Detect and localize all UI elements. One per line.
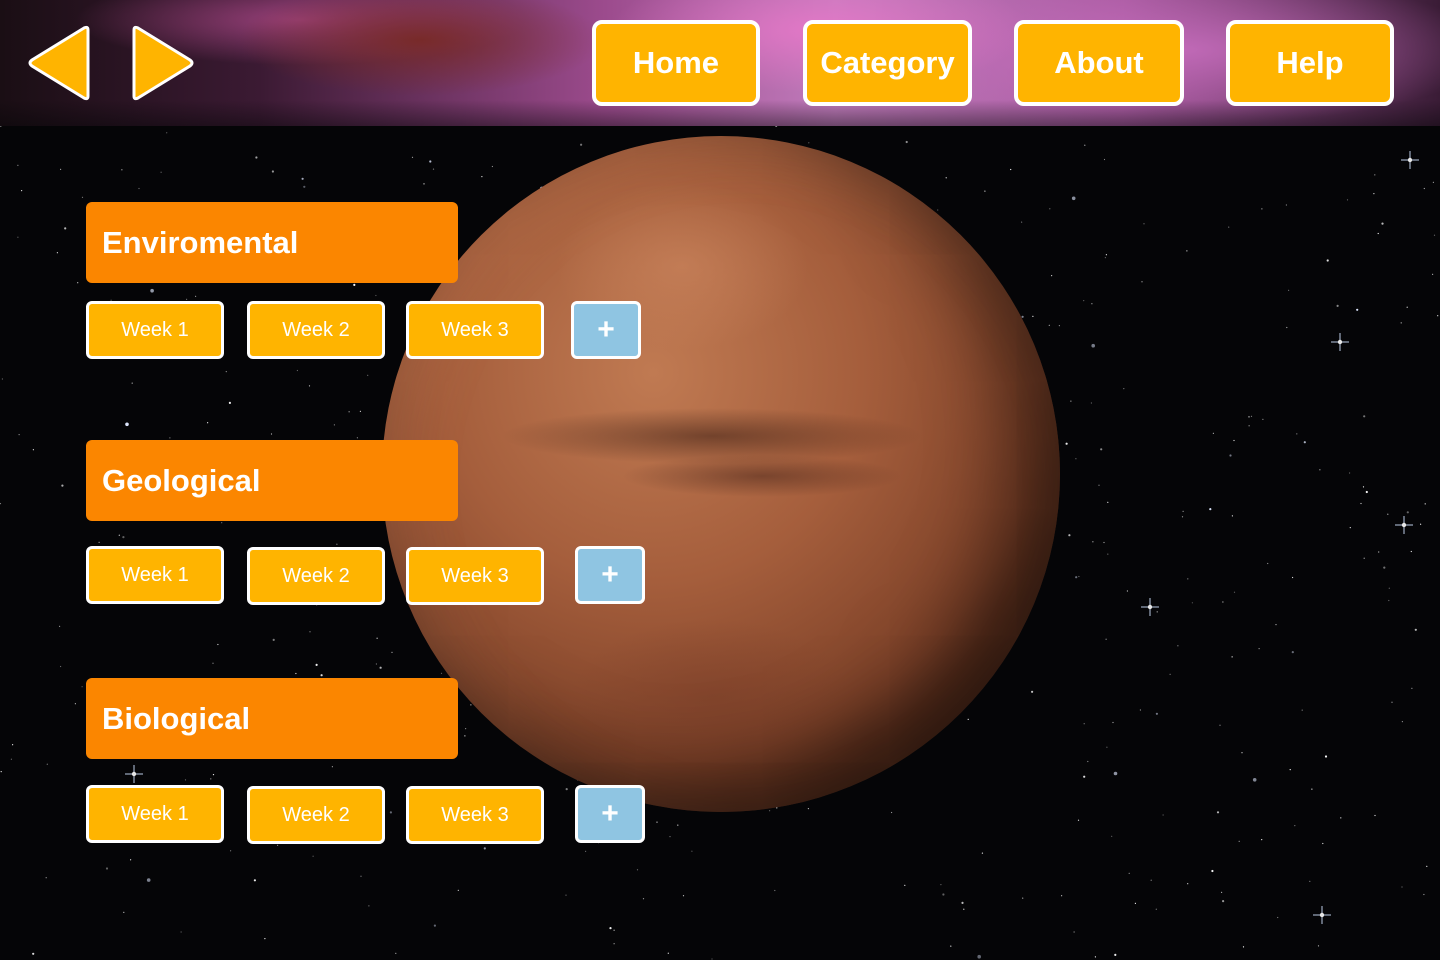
home-button[interactable]: Home bbox=[592, 20, 760, 106]
biological-add-week-button[interactable]: + bbox=[575, 785, 645, 843]
triangle-left-icon[interactable] bbox=[24, 24, 96, 102]
environmental-add-week-button[interactable]: + bbox=[571, 301, 641, 359]
app-screen: Home Category About Help Enviromental We… bbox=[0, 0, 1440, 960]
environmental-week-2-button[interactable]: Week 2 bbox=[247, 301, 385, 359]
biological-week-2-button[interactable]: Week 2 bbox=[247, 786, 385, 844]
help-button[interactable]: Help bbox=[1226, 20, 1394, 106]
geological-week-3-button[interactable]: Week 3 bbox=[406, 547, 544, 605]
biological-week-3-button[interactable]: Week 3 bbox=[406, 786, 544, 844]
category-header-environmental: Enviromental bbox=[86, 202, 458, 283]
mars-planet-image bbox=[382, 136, 1060, 812]
biological-week-1-button[interactable]: Week 1 bbox=[86, 785, 224, 843]
geological-add-week-button[interactable]: + bbox=[575, 546, 645, 604]
geological-week-1-button[interactable]: Week 1 bbox=[86, 546, 224, 604]
geological-week-2-button[interactable]: Week 2 bbox=[247, 547, 385, 605]
category-button[interactable]: Category bbox=[803, 20, 972, 106]
category-header-biological: Biological bbox=[86, 678, 458, 759]
environmental-week-1-button[interactable]: Week 1 bbox=[86, 301, 224, 359]
environmental-week-3-button[interactable]: Week 3 bbox=[406, 301, 544, 359]
triangle-right-icon[interactable] bbox=[126, 24, 198, 102]
category-header-geological: Geological bbox=[86, 440, 458, 521]
about-button[interactable]: About bbox=[1014, 20, 1184, 106]
